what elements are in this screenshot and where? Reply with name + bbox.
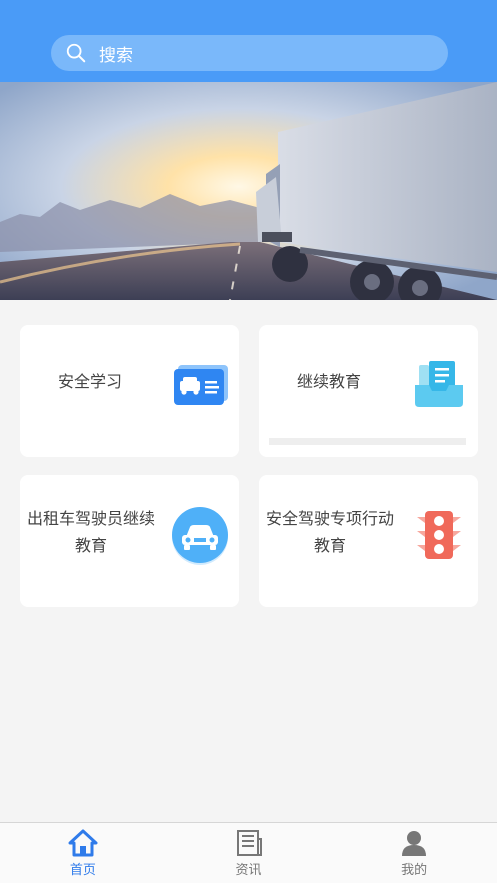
tab-label: 资讯 <box>235 863 262 878</box>
card-continuing-education[interactable]: 继续教育 <box>259 325 478 457</box>
tab-mine[interactable]: 我的 <box>331 823 497 883</box>
card-label: 安全驾驶专项行动 教育 <box>265 509 394 555</box>
card-safety-learning[interactable]: 安全学习 <box>20 325 239 457</box>
header: 搜索 <box>0 0 497 82</box>
search-icon <box>66 43 86 63</box>
driver-license-icon <box>174 365 228 405</box>
truck-on-highway-illustration <box>0 82 497 300</box>
news-icon <box>236 830 262 856</box>
search-placeholder: 搜索 <box>99 45 133 66</box>
bottom-tab-bar: 首页 资讯 我的 <box>0 822 497 883</box>
traffic-light-icon <box>417 511 461 559</box>
home-icon <box>68 829 98 857</box>
search-bar[interactable]: 搜索 <box>51 35 448 71</box>
tab-label: 我的 <box>401 863 428 878</box>
card-taxi-driver-education[interactable]: 出租车驾驶员继续 教育 <box>20 475 239 607</box>
progress-track <box>269 438 466 445</box>
card-label: 出租车驾驶员继续 教育 <box>26 509 155 555</box>
document-tray-icon <box>415 361 463 407</box>
user-icon <box>402 831 427 856</box>
tab-news[interactable]: 资讯 <box>166 823 332 883</box>
banner-image[interactable] <box>0 82 497 300</box>
card-label: 安全学习 <box>57 372 122 391</box>
tab-home[interactable]: 首页 <box>0 823 166 883</box>
card-label: 继续教育 <box>296 372 361 391</box>
card-safe-driving-campaign[interactable]: 安全驾驶专项行动 教育 <box>259 475 478 607</box>
tab-label: 首页 <box>69 863 96 878</box>
taxi-icon <box>172 507 228 565</box>
